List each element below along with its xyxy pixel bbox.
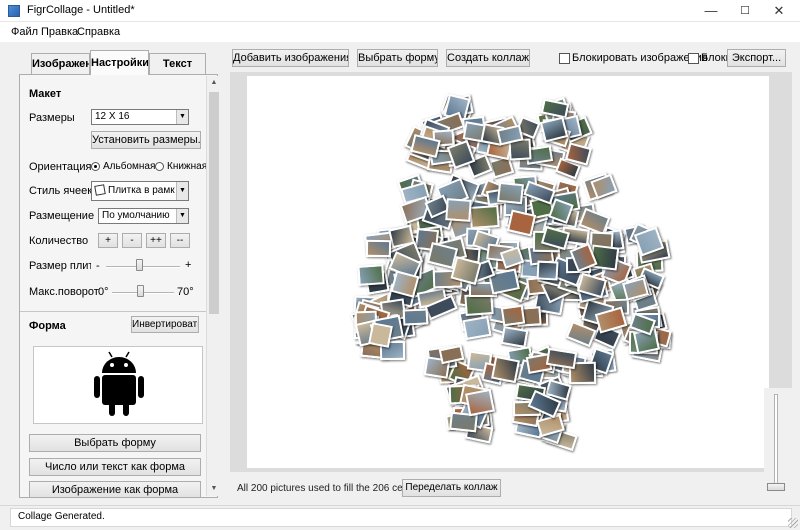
status-panel bbox=[10, 508, 792, 527]
redo-collage-button[interactable]: Переделать коллаж bbox=[402, 479, 501, 497]
minimize-button[interactable]: — bbox=[694, 0, 728, 22]
collage-photo bbox=[357, 264, 385, 287]
count-plus-button[interactable]: + bbox=[98, 233, 118, 248]
shape-section-title: Форма bbox=[29, 320, 66, 332]
scroll-thumb[interactable] bbox=[209, 92, 219, 314]
chevron-down-icon: ▼ bbox=[176, 209, 188, 223]
landscape-label: Альбомная bbox=[103, 161, 156, 172]
status-bar: Collage Generated. bbox=[0, 505, 800, 530]
placement-select[interactable]: По умолчанию ▼ bbox=[98, 208, 189, 224]
zoom-slider[interactable] bbox=[764, 388, 792, 496]
settings-tab-content: Макет Размеры 12 X 16 ▼ Установить разме… bbox=[19, 74, 218, 498]
divider bbox=[20, 311, 217, 312]
collage-photo bbox=[545, 347, 577, 369]
tile-size-minus: - bbox=[96, 260, 100, 272]
collage-canvas[interactable] bbox=[247, 76, 769, 468]
shape-preview bbox=[33, 346, 203, 424]
choose-shape-button[interactable]: Выбрать форму bbox=[29, 434, 201, 452]
settings-panel: Изображени Настройки Текст Макет Размеры… bbox=[17, 50, 221, 498]
collage-photo bbox=[402, 308, 429, 327]
collage-photo bbox=[445, 197, 472, 222]
maximize-button[interactable]: ☐ bbox=[728, 0, 762, 22]
count-plus-plus-button[interactable]: ++ bbox=[146, 233, 166, 248]
placement-label: Размещение bbox=[29, 210, 95, 222]
max-rotation-label: Макс.поворот bbox=[29, 286, 99, 298]
tile-frame-icon bbox=[94, 184, 106, 197]
cell-style-select[interactable]: Плитка в рамк ▼ bbox=[91, 181, 189, 201]
cell-style-label: Стиль ячеек bbox=[29, 185, 93, 197]
collage-photo bbox=[506, 209, 536, 237]
tab-images[interactable]: Изображени bbox=[31, 53, 90, 75]
add-images-button[interactable]: Добавить изображения bbox=[232, 49, 349, 67]
choose-shape-toolbar-button[interactable]: Выбрать форму bbox=[357, 49, 438, 67]
text-as-shape-button[interactable]: Число или текст как форма bbox=[29, 458, 201, 476]
portrait-radio[interactable] bbox=[155, 162, 164, 171]
count-minus-minus-button[interactable]: -- bbox=[170, 233, 190, 248]
collage-photo bbox=[367, 322, 393, 348]
set-size-button[interactable]: Установить размеры... bbox=[91, 131, 201, 149]
create-collage-button[interactable]: Создать коллаж bbox=[446, 49, 530, 67]
fill-status-text: All 200 pictures used to fill the 206 ce… bbox=[237, 483, 415, 494]
landscape-radio[interactable] bbox=[91, 162, 100, 171]
close-button[interactable]: ✕ bbox=[762, 0, 796, 22]
image-as-shape-button[interactable]: Изображение как форма bbox=[29, 481, 201, 497]
resize-grip-icon[interactable] bbox=[788, 518, 798, 528]
zoom-track bbox=[774, 394, 778, 488]
chevron-down-icon: ▼ bbox=[176, 182, 188, 200]
title-bar: FigrCollage - Untitled* — ☐ ✕ bbox=[0, 0, 800, 22]
zoom-thumb[interactable] bbox=[767, 483, 785, 491]
rotation-slider[interactable] bbox=[136, 285, 144, 297]
rotation-min-label: 0° bbox=[98, 286, 109, 298]
collage-photo bbox=[496, 182, 524, 205]
collage-photo bbox=[536, 260, 559, 281]
layout-section-title: Макет bbox=[29, 88, 62, 100]
size-label: Размеры bbox=[29, 112, 75, 124]
app-icon bbox=[8, 5, 20, 17]
portrait-label: Книжная bbox=[167, 161, 208, 172]
rotation-max-label: 70° bbox=[177, 286, 194, 298]
size-select[interactable]: 12 X 16 ▼ bbox=[91, 109, 189, 125]
collage-photo bbox=[500, 304, 526, 327]
lock-second-checkbox[interactable] bbox=[688, 53, 699, 64]
menu-edit[interactable]: Правка bbox=[41, 26, 78, 38]
orientation-label: Ориентация bbox=[29, 161, 92, 173]
export-button[interactable]: Экспорт... bbox=[727, 49, 786, 67]
collage-photo bbox=[469, 204, 500, 229]
collage-photo bbox=[366, 239, 392, 258]
count-minus-button[interactable]: - bbox=[122, 233, 142, 248]
tile-size-slider[interactable] bbox=[136, 259, 144, 271]
tile-size-label: Размер плито bbox=[29, 260, 91, 272]
lock-images-checkbox[interactable] bbox=[559, 53, 570, 64]
count-label: Количество bbox=[29, 235, 89, 247]
tab-settings[interactable]: Настройки bbox=[90, 50, 149, 75]
menu-help[interactable]: Справка bbox=[77, 26, 120, 38]
android-robot-icon bbox=[94, 351, 144, 416]
collage-photo bbox=[462, 315, 492, 340]
chevron-down-icon: ▼ bbox=[176, 110, 188, 124]
invert-button[interactable]: Инвертировать bbox=[131, 316, 199, 333]
lock-second-label: Блокир bbox=[701, 52, 727, 64]
window-title: FigrCollage - Untitled* bbox=[27, 4, 135, 16]
menu-file[interactable]: Файл bbox=[11, 26, 38, 38]
size-select-value: 12 X 16 bbox=[95, 111, 130, 122]
settings-scrollbar[interactable]: ▲ ▼ bbox=[206, 76, 220, 496]
placement-value: По умолчанию bbox=[102, 210, 170, 221]
cell-style-value: Плитка в рамк bbox=[108, 185, 175, 196]
status-text: Collage Generated. bbox=[18, 511, 105, 522]
collage-photo bbox=[490, 355, 520, 384]
scroll-down-icon[interactable]: ▼ bbox=[207, 482, 221, 496]
scroll-up-icon[interactable]: ▲ bbox=[207, 76, 221, 90]
menu-bar: Файл Правка Справка bbox=[0, 22, 800, 42]
tab-text[interactable]: Текст bbox=[149, 53, 206, 75]
tile-size-plus: + bbox=[185, 259, 192, 271]
collage-photo bbox=[500, 325, 529, 348]
